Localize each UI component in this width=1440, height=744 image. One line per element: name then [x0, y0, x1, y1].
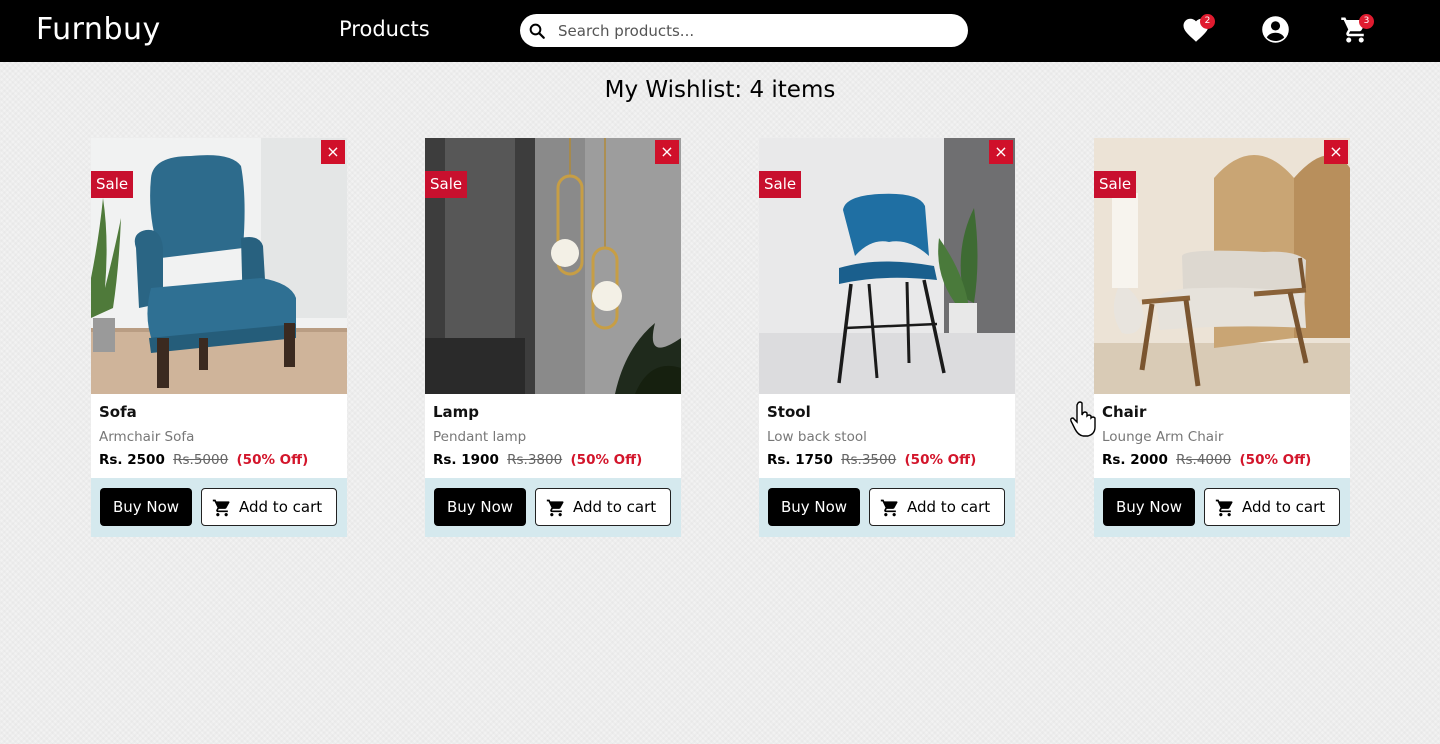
product-description: Armchair Sofa [99, 429, 195, 445]
add-to-cart-label: Add to cart [573, 498, 657, 516]
sale-badge: Sale [1094, 171, 1137, 198]
buy-now-button[interactable]: Buy Now [434, 488, 526, 526]
product-price: Rs. 1750 Rs.3500 (50% Off) [767, 452, 976, 468]
add-to-cart-label: Add to cart [1242, 498, 1326, 516]
remove-button[interactable]: × [655, 140, 679, 164]
remove-button[interactable]: × [321, 140, 345, 164]
add-to-cart-button[interactable]: Add to cart [201, 488, 337, 526]
product-card: Sale × Lamp Pendant lamp Rs. 1900 Rs.380… [425, 138, 681, 537]
buy-now-button[interactable]: Buy Now [768, 488, 860, 526]
add-to-cart-button[interactable]: Add to cart [535, 488, 671, 526]
current-price: Rs. 1750 [767, 452, 833, 468]
account-button[interactable] [1261, 15, 1291, 45]
add-to-cart-label: Add to cart [239, 498, 323, 516]
page-title: My Wishlist: 4 items [604, 77, 836, 103]
original-price: Rs.3800 [507, 452, 563, 468]
card-actions: Buy Now Add to cart [759, 478, 1015, 537]
remove-button[interactable]: × [989, 140, 1013, 164]
wishlist-count-badge: 2 [1200, 14, 1215, 29]
product-card: Sale × Chair Lounge Arm Chair Rs. 2000 R… [1094, 138, 1350, 537]
sale-badge: Sale [91, 171, 134, 198]
cart-icon [880, 499, 898, 517]
current-price: Rs. 2500 [99, 452, 165, 468]
product-price: Rs. 2000 Rs.4000 (50% Off) [1102, 452, 1311, 468]
cart-count-badge: 3 [1359, 14, 1374, 29]
product-name: Lamp [433, 403, 480, 421]
card-actions: Buy Now Add to cart [91, 478, 347, 537]
product-name: Stool [767, 403, 811, 421]
navbar: Furnbuy Products 2 3 [0, 0, 1440, 62]
add-to-cart-button[interactable]: Add to cart [1204, 488, 1340, 526]
product-card: Sale × Sofa Armchair Sofa Rs. 2500 Rs.50… [91, 138, 347, 537]
product-price: Rs. 2500 Rs.5000 (50% Off) [99, 452, 308, 468]
product-name: Sofa [99, 403, 137, 421]
buy-now-button[interactable]: Buy Now [1103, 488, 1195, 526]
cart-icon [212, 499, 230, 517]
product-name: Chair [1102, 403, 1147, 421]
product-card: Sale × Stool Low back stool Rs. 1750 Rs.… [759, 138, 1015, 537]
current-price: Rs. 2000 [1102, 452, 1168, 468]
cart-icon [1215, 499, 1233, 517]
current-price: Rs. 1900 [433, 452, 499, 468]
discount-text: (50% Off) [1239, 452, 1312, 468]
discount-text: (50% Off) [904, 452, 977, 468]
search-bar [520, 14, 968, 47]
product-description: Low back stool [767, 429, 867, 445]
card-actions: Buy Now Add to cart [1094, 478, 1350, 537]
buy-now-button[interactable]: Buy Now [100, 488, 192, 526]
remove-button[interactable]: × [1324, 140, 1348, 164]
brand-logo[interactable]: Furnbuy [36, 12, 161, 47]
discount-text: (50% Off) [570, 452, 643, 468]
product-description: Lounge Arm Chair [1102, 429, 1224, 445]
cart-button[interactable]: 3 [1340, 14, 1374, 45]
wishlist-button[interactable]: 2 [1181, 14, 1215, 45]
add-to-cart-label: Add to cart [907, 498, 991, 516]
original-price: Rs.5000 [173, 452, 229, 468]
add-to-cart-button[interactable]: Add to cart [869, 488, 1005, 526]
nav-link-products[interactable]: Products [339, 17, 430, 41]
sale-badge: Sale [759, 171, 802, 198]
product-price: Rs. 1900 Rs.3800 (50% Off) [433, 452, 642, 468]
product-description: Pendant lamp [433, 429, 527, 445]
discount-text: (50% Off) [236, 452, 309, 468]
sale-badge: Sale [425, 171, 468, 198]
cart-icon [546, 499, 564, 517]
original-price: Rs.3500 [841, 452, 897, 468]
hand-pointer-icon [1070, 401, 1096, 437]
original-price: Rs.4000 [1176, 452, 1232, 468]
search-icon [529, 23, 545, 39]
card-actions: Buy Now Add to cart [425, 478, 681, 537]
search-input[interactable] [556, 18, 950, 44]
account-icon [1262, 16, 1289, 43]
